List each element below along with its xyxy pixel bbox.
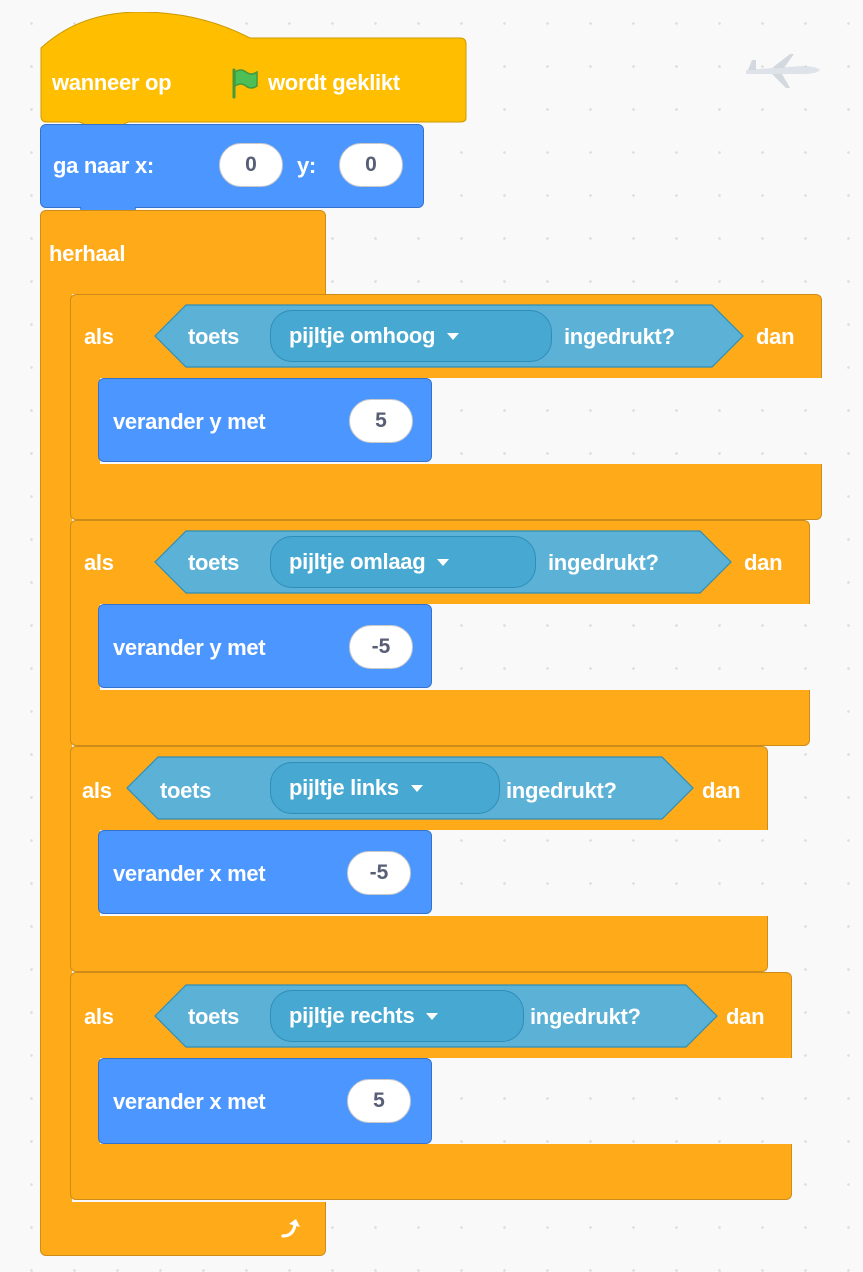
key-pressed-label: toets	[160, 778, 212, 803]
y-input[interactable]: 0	[339, 143, 403, 187]
key-dropdown[interactable]: pijltje omhoog	[270, 310, 552, 362]
change-input[interactable]: 5	[349, 399, 413, 443]
key-pressed-label: toets	[188, 1004, 240, 1029]
change-input[interactable]: 5	[347, 1079, 411, 1123]
go-to-xy-block[interactable]: ga naar x: 0 y: 0	[40, 124, 424, 208]
then-label: dan	[756, 324, 795, 349]
forever-arm	[40, 290, 72, 1214]
chevron-down-icon	[426, 1012, 439, 1020]
change-input[interactable]: -5	[349, 625, 413, 669]
if-footer	[70, 1144, 792, 1200]
change-y-block[interactable]: verander y met 5	[98, 378, 432, 462]
event-label-after: wordt geklikt	[268, 70, 400, 95]
if-block[interactable]: als toets pijltje rechts ingedrukt? dan …	[70, 972, 792, 1200]
chevron-down-icon	[447, 332, 460, 340]
key-pressed-label: toets	[188, 324, 240, 349]
goto-label-x: ga naar x:	[53, 153, 154, 178]
key-dropdown-value: pijltje rechts	[289, 1003, 415, 1028]
if-footer	[70, 690, 810, 746]
chevron-down-icon	[437, 558, 450, 566]
forever-block-bottom[interactable]	[40, 1202, 326, 1256]
goto-label-y: y:	[297, 153, 316, 178]
chevron-down-icon	[410, 784, 423, 792]
if-footer	[70, 916, 768, 972]
pressed-label: ingedrukt?	[506, 778, 617, 803]
when-flag-clicked-block[interactable]: wanneer op wordt geklikt	[40, 12, 467, 124]
if-block[interactable]: als toets pijltje links ingedrukt? dan v…	[70, 746, 768, 972]
if-arm	[70, 374, 100, 474]
if-arm	[70, 600, 100, 700]
pressed-label: ingedrukt?	[548, 550, 659, 575]
if-block[interactable]: als toets pijltje omlaag ingedrukt? dan …	[70, 520, 810, 746]
if-footer	[70, 464, 822, 520]
key-dropdown-value: pijltje links	[289, 775, 399, 800]
x-input[interactable]: 0	[219, 143, 283, 187]
key-dropdown[interactable]: pijltje omlaag	[270, 536, 536, 588]
change-label: verander y met	[113, 409, 266, 434]
change-label: verander x met	[113, 1089, 266, 1114]
change-input[interactable]: -5	[347, 851, 411, 895]
then-label: dan	[744, 550, 783, 575]
change-y-block[interactable]: verander y met -5	[98, 604, 432, 688]
key-dropdown[interactable]: pijltje rechts	[270, 990, 524, 1042]
key-dropdown-value: pijltje omlaag	[289, 549, 426, 574]
if-arm	[70, 826, 100, 926]
then-label: dan	[726, 1004, 765, 1029]
then-label: dan	[702, 778, 741, 803]
if-arm	[70, 1052, 100, 1156]
loop-arrow-icon	[281, 1219, 300, 1238]
change-x-block[interactable]: verander x met 5	[98, 1058, 432, 1144]
airplane-sprite-icon	[746, 54, 820, 88]
key-dropdown-value: pijltje omhoog	[289, 323, 436, 348]
green-flag-icon	[232, 68, 258, 99]
forever-label: herhaal	[49, 241, 126, 266]
pressed-label: ingedrukt?	[564, 324, 675, 349]
if-label: als	[84, 550, 114, 575]
key-dropdown[interactable]: pijltje links	[270, 762, 500, 814]
key-pressed-label: toets	[188, 550, 240, 575]
change-label: verander y met	[113, 635, 266, 660]
code-area[interactable]: wanneer op wordt geklikt ga naar x: 0 y:…	[0, 0, 863, 1272]
change-label: verander x met	[113, 861, 266, 886]
if-label: als	[84, 1004, 114, 1029]
if-label: als	[82, 778, 112, 803]
change-x-block[interactable]: verander x met -5	[98, 830, 432, 914]
event-label-before: wanneer op	[52, 70, 172, 95]
if-label: als	[84, 324, 114, 349]
forever-block-top[interactable]: herhaal	[40, 210, 326, 294]
pressed-label: ingedrukt?	[530, 1004, 641, 1029]
if-block[interactable]: als toets pijltje omhoog ingedrukt? dan …	[70, 294, 822, 520]
